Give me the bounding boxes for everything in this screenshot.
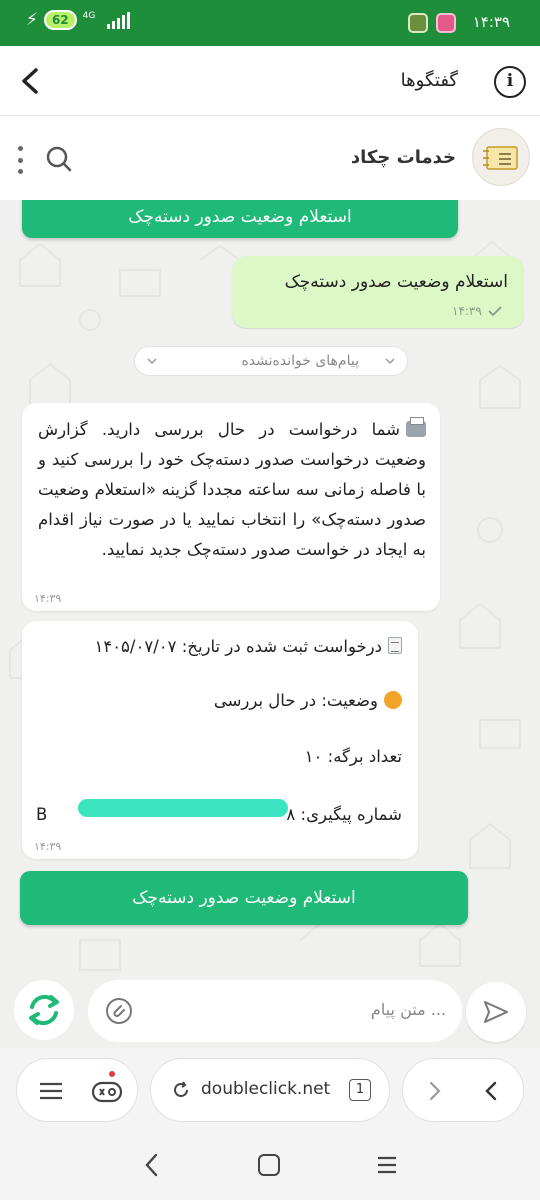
attach-button[interactable]: [104, 996, 134, 1026]
browser-navigation-pill: [402, 1058, 524, 1122]
outgoing-message-text: استعلام وضعیت صدور دسته‌چک: [284, 272, 508, 292]
back-button[interactable]: [14, 64, 48, 98]
incoming-message-time: ۱۴:۳۹: [34, 840, 62, 853]
charging-icon: ⚡: [26, 10, 38, 30]
tracking-number-value: B: [36, 805, 48, 824]
forward-icon[interactable]: [425, 1079, 445, 1103]
unread-messages-divider[interactable]: پیام‌های خوانده‌نشده: [134, 346, 408, 376]
search-button[interactable]: [44, 144, 74, 174]
tracking-number-label: شماره پیگیری: ۸: [286, 805, 402, 824]
kebab-dot: [17, 157, 23, 163]
system-recents-icon[interactable]: [376, 1155, 398, 1175]
page-title: گفتگوها: [400, 70, 458, 91]
hamburger-menu-icon[interactable]: [39, 1081, 63, 1101]
chat-title-bar: خدمات چکاد: [0, 116, 540, 200]
printer-icon: [406, 417, 426, 437]
send-button[interactable]: [466, 982, 526, 1042]
status-line: وضعیت: در حال بررسی: [36, 691, 402, 710]
notification-app-icon: [436, 13, 456, 33]
composer-bar: متن پیام ...: [0, 976, 540, 1048]
request-date-line: درخواست ثبت شده در تاریخ: ۱۴۰۵/۰۷/۰۷: [36, 637, 402, 656]
gamepad-icon[interactable]: [91, 1077, 123, 1105]
status-time: ۱۴:۳۹: [472, 13, 510, 31]
system-back-icon[interactable]: [142, 1152, 162, 1178]
attach-icon: [106, 998, 132, 1024]
inquiry-status-button[interactable]: استعلام وضعیت صدور دسته‌چک: [20, 871, 468, 925]
incoming-message-body: شما درخواست در حال بررسی دارید. گزارش وض…: [38, 420, 426, 559]
search-icon: [46, 146, 72, 172]
page-count-line: تعداد برگه: ۱۰: [36, 747, 402, 766]
url-text[interactable]: doubleclick.net: [201, 1079, 330, 1099]
app-header: گفتگوها i: [0, 46, 540, 116]
check-icon: [488, 306, 502, 317]
document-icon: [388, 637, 402, 654]
info-button[interactable]: i: [494, 66, 526, 98]
outgoing-message-meta: ۱۴:۳۹: [452, 304, 502, 318]
outgoing-message-time: ۱۴:۳۹: [452, 304, 482, 318]
request-date-text: درخواست ثبت شده در تاریخ: ۱۴۰۵/۰۷/۰۷: [94, 637, 382, 656]
incoming-message-time: ۱۴:۳۹: [34, 592, 62, 605]
status-text: وضعیت: در حال بررسی: [213, 691, 378, 710]
info-icon: i: [506, 71, 514, 91]
incoming-message-details: درخواست ثبت شده در تاریخ: ۱۴۰۵/۰۷/۰۷ وضع…: [22, 621, 418, 859]
system-navigation-bar: [0, 1130, 540, 1200]
address-bar[interactable]: doubleclick.net 1: [150, 1058, 390, 1122]
chat-avatar[interactable]: [472, 128, 530, 186]
kebab-dot: [17, 169, 23, 174]
chevron-left-icon: [22, 68, 38, 94]
reload-icon[interactable]: [171, 1080, 191, 1100]
status-bar: ⚡ 62 4G ۱۴:۳۹: [0, 0, 540, 46]
inquiry-status-button-top[interactable]: استعلام وضعیت صدور دسته‌چک: [22, 200, 458, 238]
outgoing-message: استعلام وضعیت صدور دسته‌چک ۱۴:۳۹: [232, 256, 524, 328]
message-input-placeholder: متن پیام ...: [370, 1000, 446, 1019]
system-home-icon[interactable]: [258, 1154, 280, 1176]
signal-icon: [107, 11, 131, 29]
battery-indicator: 62: [43, 10, 77, 30]
chevron-down-icon: [385, 358, 395, 365]
orange-circle-icon: [384, 691, 402, 709]
status-notification-icons: [408, 13, 456, 33]
more-options-button[interactable]: [12, 144, 28, 176]
incoming-message: شما درخواست در حال بررسی دارید. گزارش وض…: [22, 403, 440, 611]
status-left-icons: ⚡ 62 4G: [26, 10, 131, 30]
redaction-mark: [78, 799, 288, 817]
message-input[interactable]: متن پیام ...: [88, 980, 462, 1042]
tab-count[interactable]: 1: [349, 1079, 371, 1101]
kebab-dot: [17, 146, 23, 151]
incoming-message-text: شما درخواست در حال بررسی دارید. گزارش وض…: [38, 415, 426, 565]
chat-name[interactable]: خدمات چکاد: [351, 147, 456, 168]
refresh-button[interactable]: [14, 980, 74, 1040]
browser-tools-pill: [16, 1058, 138, 1122]
browser-toolbar: doubleclick.net 1: [0, 1048, 540, 1130]
chevron-down-icon: [147, 358, 157, 365]
chat-messages[interactable]: استعلام وضعیت صدور دسته‌چک استعلام وضعیت…: [0, 200, 540, 976]
network-type: 4G: [82, 11, 96, 21]
notification-app-icon: [408, 13, 428, 33]
notification-dot: [109, 1071, 115, 1077]
unread-divider-label: پیام‌های خوانده‌نشده: [241, 353, 359, 369]
refresh-icon: [29, 994, 59, 1026]
chakad-logo-icon: [483, 146, 518, 170]
back-icon[interactable]: [481, 1079, 501, 1103]
page-count-text: تعداد برگه: ۱۰: [304, 747, 402, 766]
send-icon: [484, 1001, 508, 1023]
